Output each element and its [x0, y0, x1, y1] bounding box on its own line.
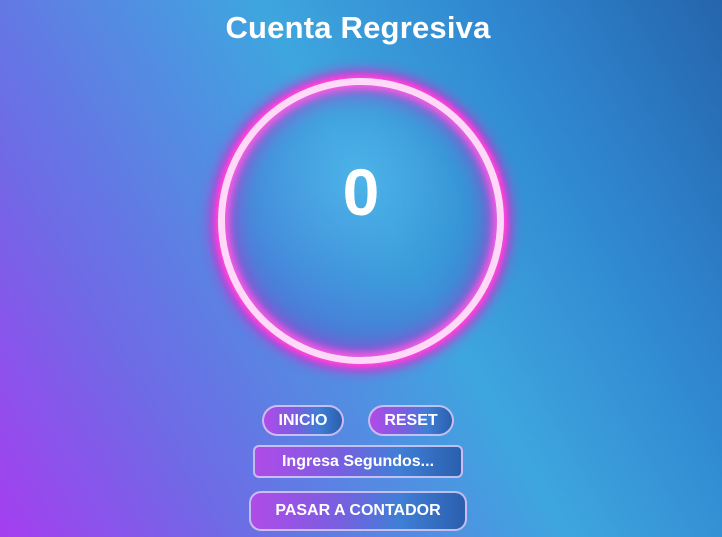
reset-button[interactable]: RESET: [368, 405, 454, 436]
page-title: Cuenta Regresiva: [225, 10, 491, 45]
seconds-input[interactable]: [253, 445, 463, 478]
switch-to-counter-button[interactable]: PASAR A CONTADOR: [249, 491, 467, 531]
countdown-value: 0: [342, 155, 380, 229]
start-button[interactable]: INICIO: [262, 405, 344, 436]
